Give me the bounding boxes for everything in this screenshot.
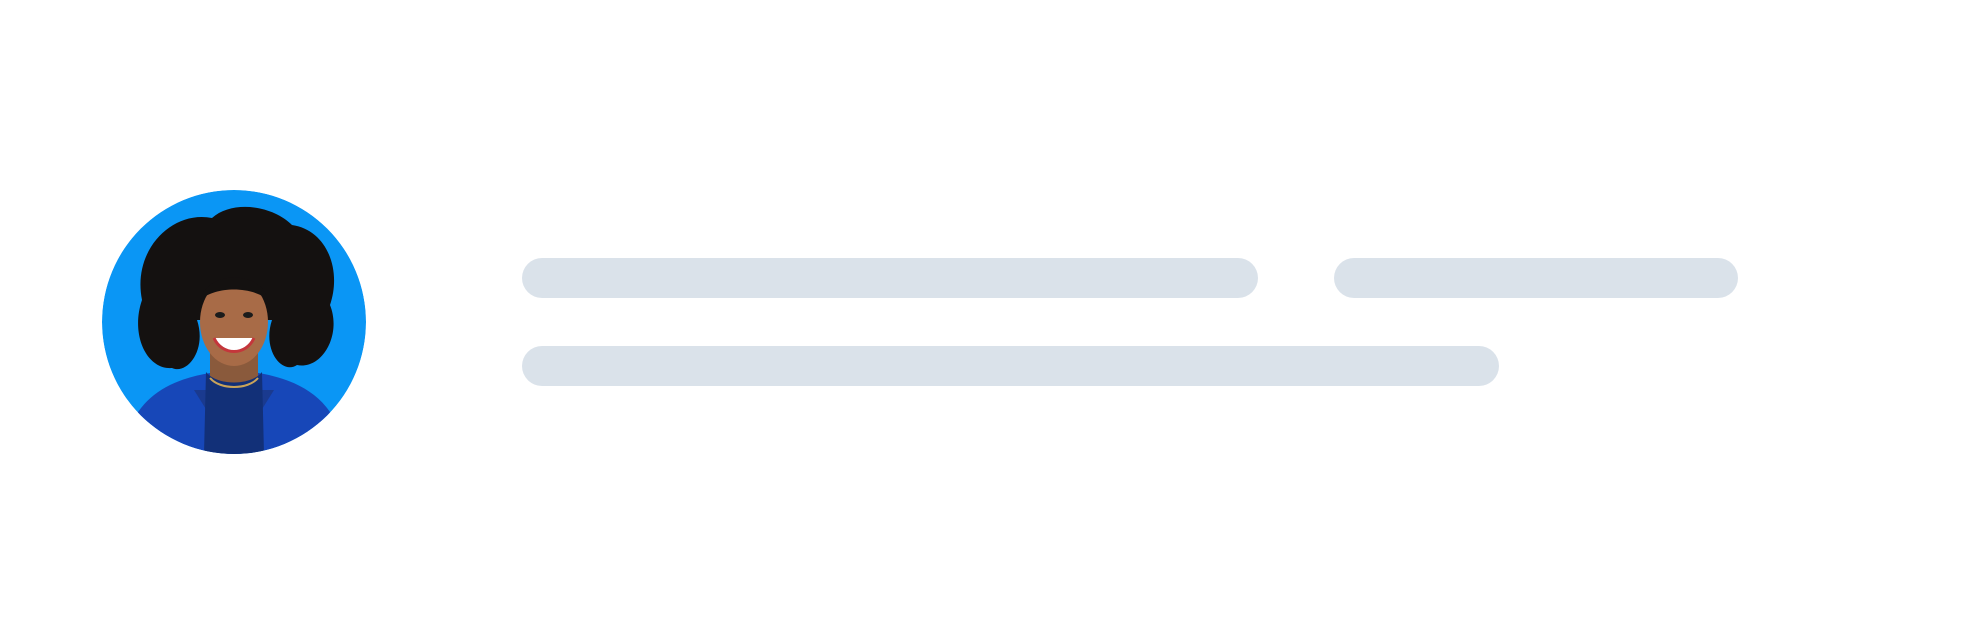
skeleton-line-name: [522, 258, 1258, 298]
avatar-photo-icon: [102, 190, 366, 454]
skeleton-line-description: [522, 346, 1499, 386]
skeleton-line-meta: [1334, 258, 1738, 298]
avatar: [102, 190, 366, 454]
loading-card: [0, 0, 1975, 640]
